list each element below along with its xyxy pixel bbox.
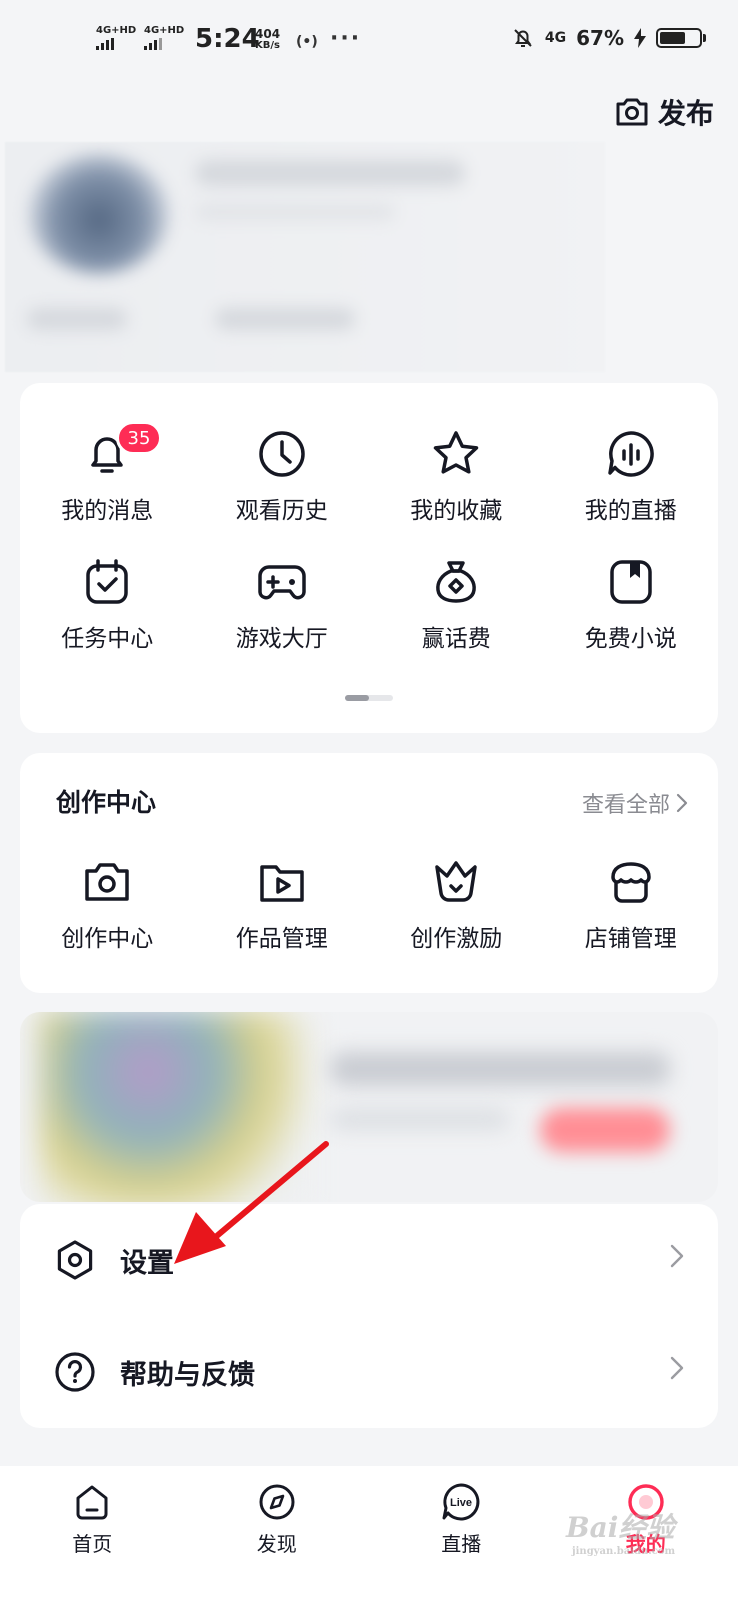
stat-blurred: [27, 308, 127, 330]
user-id-blurred: [195, 204, 395, 220]
banner-subtext-blurred: [330, 1108, 510, 1130]
creator-item-label: 创作激励: [410, 926, 503, 952]
battery-icon: [656, 28, 706, 48]
network-type: 4G: [544, 30, 567, 46]
signal2-label: 4G+HD: [144, 25, 185, 36]
publish-label: 发布: [657, 97, 714, 130]
view-all-label: 查看全部: [581, 793, 670, 818]
creator-grid: 创作中心 作品管理 创作激励 店铺管理: [20, 855, 718, 953]
chevron-right-icon: [676, 793, 688, 813]
menu-my-live[interactable]: 我的直播: [544, 427, 719, 525]
network-speed-value: 404: [255, 27, 281, 41]
menu-game-hall[interactable]: 游戏大厅: [195, 555, 370, 653]
hexagon-settings-icon: [57, 1240, 93, 1280]
page-indicator: [345, 695, 393, 701]
promo-banner-blurred[interactable]: [20, 1012, 718, 1202]
crown-icon: [435, 861, 477, 902]
creator-item-label: 作品管理: [235, 926, 328, 952]
publish-button[interactable]: 发布: [614, 92, 714, 132]
menu-label: 我的消息: [61, 498, 154, 524]
menu-label: 赢话费: [421, 626, 491, 652]
menu-my-messages[interactable]: 35 我的消息: [20, 421, 195, 525]
menu-label: 我的直播: [584, 498, 677, 524]
menu-my-favorites[interactable]: 我的收藏: [369, 427, 544, 525]
live-waveform-icon: [608, 431, 654, 477]
camera-icon: [616, 98, 648, 126]
battery-fill: [660, 32, 686, 44]
banner-text-blurred: [330, 1052, 670, 1086]
creator-incentive-item[interactable]: 创作激励: [369, 855, 544, 953]
star-icon: [434, 431, 479, 474]
creator-center-card: 创作中心 查看全部 创作中心 作品管理 创作激励 店铺管理: [20, 753, 718, 993]
more-notifications-icon: ···: [330, 26, 362, 51]
view-all-link[interactable]: 查看全部: [582, 787, 688, 819]
chevron-right-icon: [670, 1356, 684, 1380]
banner-button-blurred[interactable]: [540, 1108, 670, 1152]
annotation-arrow-icon: [174, 1141, 329, 1264]
question-circle-icon: [55, 1352, 95, 1392]
menu-label: 任务中心: [61, 626, 154, 652]
nav-home[interactable]: 首页: [0, 1466, 185, 1600]
charging-bolt-icon: [634, 28, 646, 48]
help-feedback-label: 帮助与反馈: [120, 1359, 255, 1391]
compass-icon: [259, 1484, 295, 1520]
nav-label: 直播: [441, 1532, 482, 1556]
watermark-text: Bai经验: [566, 1511, 675, 1544]
signal-strength-icon: 4G+HD: [96, 26, 136, 50]
nav-discover[interactable]: 发现: [185, 1466, 370, 1600]
creator-item-label: 创作中心: [61, 926, 154, 952]
money-bag-icon: [436, 561, 477, 603]
home-icon: [76, 1485, 108, 1520]
stat-blurred: [215, 308, 355, 330]
quick-menu-card: 35 我的消息 观看历史 我的收藏 我的直播 任务中心 游戏大厅 赢话费 免费小…: [20, 383, 718, 733]
camera-icon: [85, 863, 129, 901]
menu-watch-history[interactable]: 观看历史: [195, 427, 370, 525]
settings-list-card: 设置 帮助与反馈: [20, 1204, 718, 1428]
clock: 5:24: [195, 24, 260, 54]
baidu-watermark: Bai经验 jingyan.baidu.com: [566, 1506, 675, 1557]
menu-label: 游戏大厅: [235, 626, 328, 652]
menu-label: 我的收藏: [410, 498, 503, 524]
menu-label: 观看历史: [235, 498, 328, 524]
signal1-label: 4G+HD: [96, 25, 137, 36]
nav-label: 首页: [72, 1532, 113, 1556]
battery-percent: 67%: [576, 26, 624, 50]
clock-icon: [259, 431, 305, 477]
chevron-right-icon: [670, 1244, 684, 1268]
book-icon: [610, 560, 652, 604]
menu-label: 免费小说: [584, 626, 677, 652]
watermark-sub: jingyan.baidu.com: [572, 1546, 676, 1557]
calendar-check-icon: [86, 559, 128, 604]
signal-strength-icon: 4G+HD: [144, 26, 184, 50]
quick-menu-grid: 35 我的消息 观看历史 我的收藏 我的直播 任务中心 游戏大厅 赢话费 免费小…: [20, 421, 719, 653]
menu-free-novels[interactable]: 免费小说: [544, 555, 719, 653]
profile-header-blurred[interactable]: [5, 142, 605, 372]
nav-label: 发现: [256, 1532, 297, 1556]
folder-play-icon: [260, 865, 304, 902]
settings-row[interactable]: 设置: [20, 1204, 718, 1316]
username-blurred: [195, 160, 465, 186]
live-icon-text: Live: [450, 1497, 472, 1509]
status-bar: 4G+HD 4G+HD 5:24 404 KB/s (•) ··· 4G 67%: [0, 0, 738, 84]
creator-item-label: 店铺管理: [584, 926, 677, 952]
settings-label: 设置: [120, 1247, 174, 1279]
help-feedback-row[interactable]: 帮助与反馈: [20, 1316, 718, 1428]
menu-win-phone-credit[interactable]: 赢话费: [369, 555, 544, 653]
menu-task-center[interactable]: 任务中心: [20, 555, 195, 653]
shop-icon: [611, 862, 651, 903]
shop-management-item[interactable]: 店铺管理: [544, 855, 719, 953]
network-speed-unit: KB/s: [255, 40, 281, 51]
gamepad-icon: [258, 565, 306, 600]
avatar[interactable]: [29, 154, 169, 274]
network-speed: 404 KB/s: [255, 28, 280, 52]
nav-live[interactable]: Live 直播: [369, 1466, 554, 1600]
bell-muted-icon: [514, 29, 532, 47]
message-count-badge: 35: [116, 421, 162, 455]
creator-center-item[interactable]: 创作中心: [20, 855, 195, 953]
creator-center-title: 创作中心: [56, 788, 157, 817]
works-management-item[interactable]: 作品管理: [195, 855, 370, 953]
hotspot-icon: (•): [296, 34, 318, 50]
live-icon: Live: [442, 1483, 480, 1521]
